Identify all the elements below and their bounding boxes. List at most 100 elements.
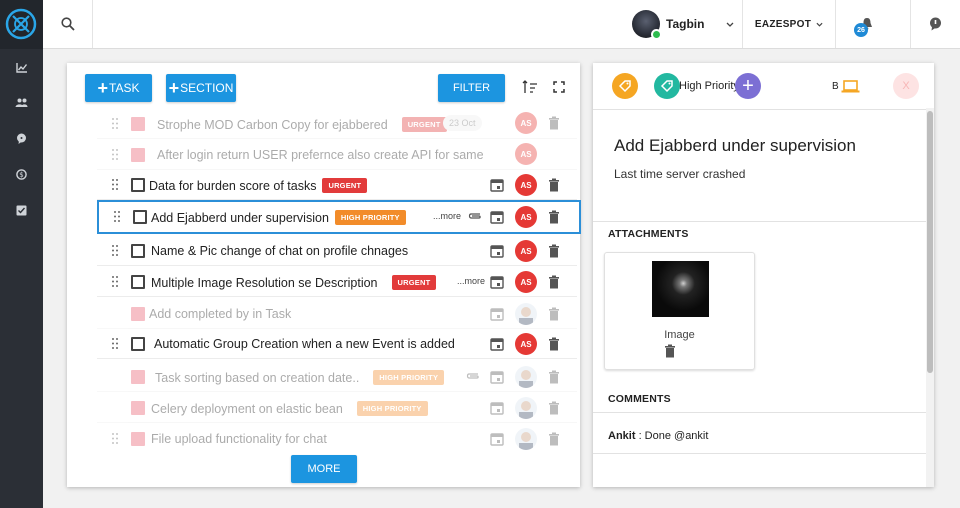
attachment-card[interactable]: Image	[604, 252, 755, 370]
billing-icon[interactable]: $	[11, 164, 32, 184]
tasks-icon[interactable]	[11, 200, 32, 220]
drag-handle-icon[interactable]	[113, 210, 121, 223]
fullscreen-icon[interactable]	[553, 81, 565, 93]
filter-button[interactable]: FILTER	[438, 74, 505, 102]
detail-scrollbar-thumb[interactable]	[927, 111, 933, 373]
trash-icon[interactable]	[548, 307, 560, 321]
trash-icon[interactable]	[548, 178, 560, 192]
assignee-avatar[interactable]: AS	[515, 206, 537, 228]
calendar-icon[interactable]	[490, 401, 504, 415]
task-checkbox[interactable]	[131, 337, 145, 351]
drag-handle-icon[interactable]	[111, 244, 119, 257]
sort-icon[interactable]	[522, 80, 538, 94]
trash-icon[interactable]	[548, 370, 560, 384]
attachment-thumbnail[interactable]	[652, 261, 709, 317]
task-row[interactable]: File upload functionality for chat	[97, 424, 577, 454]
assignee-photo-avatar[interactable]	[515, 397, 537, 419]
calendar-icon[interactable]	[490, 307, 504, 321]
task-checkbox[interactable]	[131, 275, 145, 289]
trash-icon[interactable]	[548, 210, 560, 224]
drag-handle-icon[interactable]	[111, 432, 119, 445]
assignee-photo-avatar[interactable]	[515, 366, 537, 388]
load-more-button[interactable]: MORE	[291, 455, 357, 483]
drag-handle-icon[interactable]	[111, 148, 119, 161]
task-checkbox[interactable]	[131, 401, 145, 415]
chat-icon[interactable]	[11, 128, 32, 148]
task-checkbox[interactable]	[131, 244, 145, 258]
task-checkbox[interactable]	[131, 307, 145, 321]
comments-divider	[593, 412, 926, 413]
assignee-photo-avatar[interactable]	[515, 428, 537, 450]
chevron-down-icon	[726, 22, 734, 27]
assignee-avatar[interactable]: AS	[515, 174, 537, 196]
assignee-avatar[interactable]: AS	[515, 271, 537, 293]
trash-icon[interactable]	[548, 337, 560, 351]
task-row-selected[interactable]: Add Ejabberd under supervision HIGH PRIOR…	[97, 200, 581, 234]
drag-handle-icon[interactable]	[111, 178, 119, 191]
detail-title[interactable]: Add Ejabberd under supervision	[614, 136, 856, 156]
task-checkbox[interactable]	[131, 370, 145, 384]
notifications-button[interactable]: 26	[835, 0, 910, 48]
high-priority-tag: HIGH PRIORITY	[373, 370, 445, 385]
task-checkbox[interactable]	[131, 148, 145, 162]
laptop-icon[interactable]	[841, 80, 860, 93]
assignee-avatar[interactable]: AS	[515, 143, 537, 165]
task-row[interactable]: Add completed by in Task	[97, 299, 577, 329]
task-row[interactable]: Celery deployment on elastic bean HIGH PR…	[97, 393, 577, 423]
task-row[interactable]: Task sorting based on creation date.. HIG…	[97, 362, 577, 392]
calendar-icon[interactable]	[490, 275, 504, 289]
messages-button[interactable]	[910, 0, 960, 48]
message-icon	[930, 17, 941, 31]
more-link[interactable]: ...more	[457, 276, 485, 286]
detail-description[interactable]: Last time server crashed	[614, 167, 745, 181]
assignee-avatar[interactable]: AS	[515, 333, 537, 355]
user-menu[interactable]: Tagbin	[632, 0, 742, 48]
drag-handle-icon[interactable]	[111, 337, 119, 350]
trash-icon[interactable]	[548, 116, 560, 130]
task-checkbox[interactable]	[133, 210, 147, 224]
assignee-avatar[interactable]: AS	[515, 240, 537, 262]
tag-button[interactable]	[612, 73, 638, 99]
attachment-icon[interactable]	[467, 211, 483, 221]
more-link[interactable]: ...more	[433, 211, 461, 221]
task-row[interactable]: Automatic Group Creation when a new Even…	[97, 329, 577, 359]
drag-handle-icon[interactable]	[111, 117, 119, 130]
task-row[interactable]: Name & Pic change of chat on profile chn…	[97, 236, 577, 266]
task-checkbox[interactable]	[131, 432, 145, 446]
task-row[interactable]: After login return USER prefernce also c…	[97, 140, 577, 170]
trash-icon[interactable]	[664, 344, 676, 358]
due-date-chip[interactable]: 23 Oct	[443, 115, 482, 131]
attachment-icon[interactable]	[465, 371, 481, 381]
drag-handle-icon[interactable]	[111, 275, 119, 288]
trash-icon[interactable]	[548, 401, 560, 415]
assignee-avatar[interactable]: AS	[515, 112, 537, 134]
add-section-button[interactable]: + SECTION	[166, 74, 236, 102]
calendar-icon[interactable]	[490, 178, 504, 192]
calendar-icon[interactable]	[490, 432, 504, 446]
add-task-button[interactable]: + TASK	[85, 74, 152, 102]
close-button[interactable]: X	[893, 73, 919, 99]
priority-tag-button[interactable]	[654, 73, 680, 99]
calendar-icon[interactable]	[490, 244, 504, 258]
task-row[interactable]: Strophe MOD Carbon Copy for ejabbered URG…	[97, 109, 577, 139]
analytics-icon[interactable]	[11, 57, 32, 77]
high-priority-tag: HIGH PRIORITY	[334, 210, 406, 225]
org-switcher[interactable]: EAZESPOT	[742, 0, 835, 48]
calendar-icon[interactable]	[490, 337, 504, 351]
trash-icon[interactable]	[548, 244, 560, 258]
left-nav-rail: $	[0, 0, 43, 508]
add-member-button[interactable]: +	[735, 73, 761, 99]
search-button[interactable]	[43, 0, 93, 48]
task-checkbox[interactable]	[131, 178, 145, 192]
task-checkbox[interactable]	[131, 117, 145, 131]
calendar-icon[interactable]	[490, 210, 504, 224]
assignee-photo-avatar[interactable]	[515, 303, 537, 325]
calendar-icon[interactable]	[490, 370, 504, 384]
trash-icon[interactable]	[548, 275, 560, 289]
add-section-label: SECTION	[180, 81, 234, 95]
task-row[interactable]: Multiple Image Resolution se Description…	[97, 267, 577, 297]
users-icon[interactable]	[11, 92, 32, 112]
trash-icon[interactable]	[548, 432, 560, 446]
task-row[interactable]: Data for burden score of tasks URGENT AS	[97, 170, 577, 200]
app-logo-icon[interactable]	[5, 8, 37, 40]
